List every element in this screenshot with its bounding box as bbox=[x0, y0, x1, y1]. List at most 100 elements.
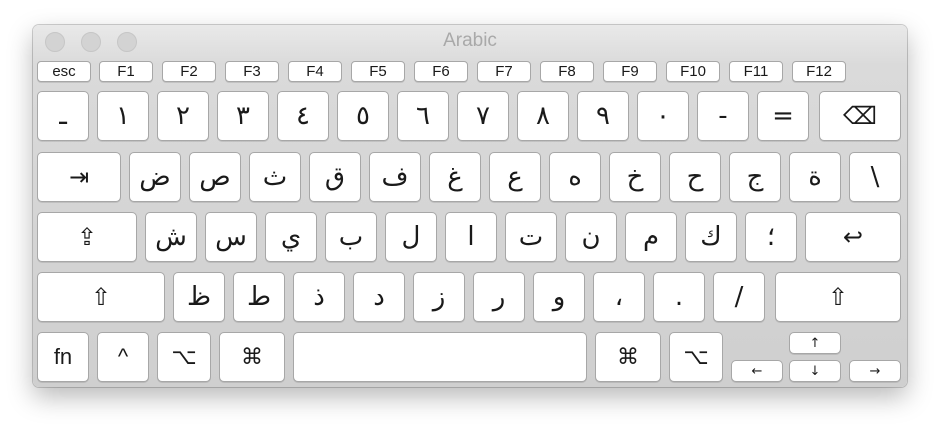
letter-key[interactable]: ز bbox=[413, 272, 465, 322]
letter-key[interactable]: غ bbox=[429, 152, 481, 202]
letter-key[interactable]: ه bbox=[549, 152, 601, 202]
letter-key[interactable]: ج bbox=[729, 152, 781, 202]
number-key[interactable]: ١ bbox=[97, 91, 149, 141]
letter-key[interactable]: ص bbox=[189, 152, 241, 202]
letter-key[interactable]: ش bbox=[145, 212, 197, 262]
letter-key-label: ، bbox=[614, 282, 624, 312]
number-key[interactable]: ـ bbox=[37, 91, 89, 141]
function-key[interactable]: F9 bbox=[603, 61, 657, 82]
left-arrow-key[interactable]: ← bbox=[731, 360, 783, 382]
caps-lock-key[interactable]: ⇪ bbox=[37, 212, 137, 262]
letter-key[interactable]: خ bbox=[609, 152, 661, 202]
function-key[interactable]: F11 bbox=[729, 61, 783, 82]
letter-key[interactable]: و bbox=[533, 272, 585, 322]
function-key[interactable]: F8 bbox=[540, 61, 594, 82]
letter-key[interactable]: ذ bbox=[293, 272, 345, 322]
number-key[interactable]: ٤ bbox=[277, 91, 329, 141]
letter-key[interactable]: ف bbox=[369, 152, 421, 202]
function-key-label: F5 bbox=[369, 63, 387, 80]
command-key[interactable]: ⌘ bbox=[219, 332, 285, 382]
title-bar[interactable]: Arabic bbox=[33, 25, 907, 59]
letter-key[interactable]: ة bbox=[789, 152, 841, 202]
letter-key[interactable]: / bbox=[713, 272, 765, 322]
number-key[interactable]: ٠ bbox=[637, 91, 689, 141]
option-key[interactable]: ⌥ bbox=[157, 332, 211, 382]
number-key[interactable]: ٢ bbox=[157, 91, 209, 141]
function-key[interactable]: F12 bbox=[792, 61, 846, 82]
letter-key-label: غ bbox=[447, 162, 463, 192]
number-key-label: ٨ bbox=[536, 101, 550, 131]
letter-key[interactable]: ب bbox=[325, 212, 377, 262]
letter-key[interactable]: ق bbox=[309, 152, 361, 202]
letter-key-label: ض bbox=[139, 162, 171, 192]
number-key[interactable]: - bbox=[697, 91, 749, 141]
number-key[interactable]: ٦ bbox=[397, 91, 449, 141]
letter-key[interactable]: ث bbox=[249, 152, 301, 202]
right-option-key[interactable]: ⌥ bbox=[669, 332, 723, 382]
letter-key[interactable]: ض bbox=[129, 152, 181, 202]
letter-key[interactable]: د bbox=[353, 272, 405, 322]
letter-key-label: ي bbox=[280, 222, 302, 252]
letter-key[interactable]: ح bbox=[669, 152, 721, 202]
letter-key[interactable]: ا bbox=[445, 212, 497, 262]
function-key[interactable]: F2 bbox=[162, 61, 216, 82]
letter-key-label: ذ bbox=[313, 282, 325, 312]
tab-key[interactable]: ⇥ bbox=[37, 152, 121, 202]
up-arrow-key[interactable]: ↑ bbox=[789, 332, 841, 354]
letter-key[interactable]: ي bbox=[265, 212, 317, 262]
function-key[interactable]: F3 bbox=[225, 61, 279, 82]
number-key[interactable]: ٩ bbox=[577, 91, 629, 141]
letter-key[interactable]: س bbox=[205, 212, 257, 262]
number-key-label: ٧ bbox=[476, 101, 490, 131]
letter-key[interactable]: \ bbox=[849, 152, 901, 202]
letter-key[interactable]: ر bbox=[473, 272, 525, 322]
number-key-label: ٣ bbox=[236, 101, 250, 131]
right-shift-key[interactable]: ⇧ bbox=[775, 272, 901, 322]
number-key-label: = bbox=[772, 101, 794, 131]
number-key[interactable]: ٣ bbox=[217, 91, 269, 141]
letter-key[interactable]: ع bbox=[489, 152, 541, 202]
number-key[interactable]: ٥ bbox=[337, 91, 389, 141]
left-shift-key[interactable]: ⇧ bbox=[37, 272, 165, 322]
control-key[interactable]: ^ bbox=[97, 332, 149, 382]
function-key-label: F10 bbox=[680, 63, 706, 80]
delete-key[interactable]: ⌫ bbox=[819, 91, 901, 141]
letter-key[interactable]: ط bbox=[233, 272, 285, 322]
number-key[interactable]: ٨ bbox=[517, 91, 569, 141]
letter-key[interactable]: ن bbox=[565, 212, 617, 262]
function-key[interactable]: F4 bbox=[288, 61, 342, 82]
letter-key[interactable]: ؛ bbox=[745, 212, 797, 262]
letter-key[interactable]: ك bbox=[685, 212, 737, 262]
letter-key[interactable]: ظ bbox=[173, 272, 225, 322]
function-key[interactable]: F7 bbox=[477, 61, 531, 82]
function-key[interactable]: F5 bbox=[351, 61, 405, 82]
fn-key[interactable]: fn bbox=[37, 332, 89, 382]
letter-key[interactable]: ل bbox=[385, 212, 437, 262]
letter-key[interactable]: . bbox=[653, 272, 705, 322]
control-icon: ^ bbox=[117, 344, 129, 369]
number-key[interactable]: ٧ bbox=[457, 91, 509, 141]
letter-key-label: ر bbox=[492, 282, 506, 312]
right-arrow-key[interactable]: → bbox=[849, 360, 901, 382]
number-key[interactable]: = bbox=[757, 91, 809, 141]
letter-key-label: ش bbox=[155, 222, 187, 252]
letter-key-label: \ bbox=[870, 162, 880, 192]
function-key-label: F12 bbox=[806, 63, 832, 80]
right-command-key[interactable]: ⌘ bbox=[595, 332, 661, 382]
escape-key[interactable]: esc bbox=[37, 61, 91, 82]
letter-key-label: ط bbox=[246, 282, 272, 312]
function-key[interactable]: F1 bbox=[99, 61, 153, 82]
function-key[interactable]: F6 bbox=[414, 61, 468, 82]
caps-lock-icon: ⇪ bbox=[76, 223, 98, 251]
return-key[interactable]: ↩ bbox=[805, 212, 901, 262]
function-key[interactable]: F10 bbox=[666, 61, 720, 82]
down-arrow-key[interactable]: ↓ bbox=[789, 360, 841, 382]
function-key-label: F2 bbox=[180, 63, 198, 80]
space-bar[interactable] bbox=[293, 332, 587, 382]
letter-key[interactable]: م bbox=[625, 212, 677, 262]
number-key-label: ٥ bbox=[356, 101, 370, 131]
letter-key[interactable]: ت bbox=[505, 212, 557, 262]
number-key-label: ٢ bbox=[176, 101, 190, 131]
letter-key-label: ح bbox=[686, 162, 704, 192]
letter-key[interactable]: ، bbox=[593, 272, 645, 322]
